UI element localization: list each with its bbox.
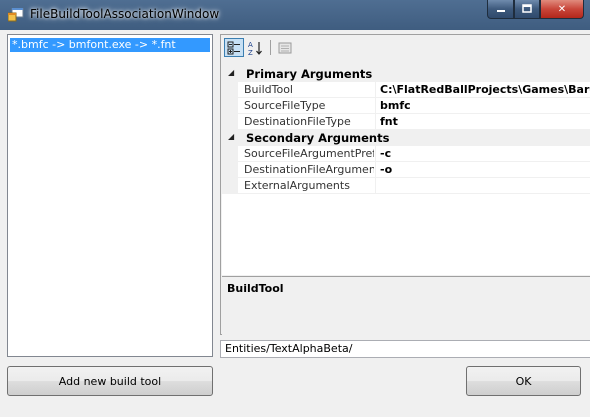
property-grid: A Z ◢ Primary Arguments BuildTool C:\Fla… [220,34,590,335]
column-divider[interactable] [375,178,376,194]
column-divider[interactable] [375,114,376,130]
property-grid-toolbar: A Z [221,35,590,60]
title-bar[interactable]: FileBuildToolAssociationWindow ✕ [0,0,590,30]
column-divider[interactable] [375,98,376,114]
toolbar-separator [270,40,271,55]
property-grid-rows: ◢ Primary Arguments BuildTool C:\FlatRed… [222,66,590,275]
property-name: SourceFileType [244,99,326,112]
property-row-destinationfileargumentprefix[interactable]: DestinationFileArgumentPre -o [222,162,590,178]
property-row-sourcefiletype[interactable]: SourceFileType bmfc [222,98,590,114]
svg-text:A: A [248,41,253,49]
category-label: Primary Arguments [246,67,373,81]
property-value[interactable]: -c [380,147,590,160]
row-gutter [222,82,238,98]
app-window-icon[interactable] [7,7,24,22]
property-name: DestinationFileType [244,115,351,128]
alphabetical-sort-button[interactable]: A Z [246,38,266,57]
property-name: ExternalArguments [244,179,350,192]
property-name: BuildTool [244,83,293,96]
column-divider[interactable] [375,146,376,162]
maximize-icon [522,4,532,13]
collapse-triangle-icon[interactable]: ◢ [228,132,234,141]
maximize-button[interactable] [514,0,540,19]
property-value[interactable]: C:\FlatRedBallProjects\Games\Baro [380,83,590,96]
caption-buttons: ✕ [487,0,584,20]
property-pages-button[interactable] [275,38,295,57]
row-gutter [222,162,238,178]
close-button[interactable]: ✕ [540,0,584,19]
ok-button[interactable]: OK [466,366,581,396]
sort-az-icon: A Z [248,41,262,56]
property-value[interactable]: fnt [380,115,590,128]
close-icon: ✕ [557,3,567,15]
minimize-button[interactable] [487,0,514,19]
category-row-primary-arguments[interactable]: ◢ Primary Arguments [222,66,590,82]
app-window: FileBuildToolAssociationWindow ✕ *.bmfc … [0,0,590,417]
client-area: *.bmfc -> bmfont.exe -> *.fnt A Z ◢ Prim… [0,30,590,417]
svg-text:Z: Z [248,49,253,56]
property-value[interactable]: -o [380,163,590,176]
row-gutter [222,146,238,162]
property-value[interactable]: bmfc [380,99,590,112]
window-title: FileBuildToolAssociationWindow [30,7,220,21]
add-button-label: Add new build tool [58,374,162,388]
row-gutter [222,178,238,194]
property-pages-icon [278,42,292,53]
categorized-view-button[interactable] [224,38,244,57]
property-help-panel: BuildTool [222,276,590,335]
minimize-icon [496,10,505,12]
build-tool-list[interactable]: *.bmfc -> bmfont.exe -> *.fnt [7,34,213,357]
row-gutter [222,98,238,114]
path-textbox[interactable]: Entities/TextAlphaBeta/ [220,340,590,358]
category-label: Secondary Arguments [246,131,390,145]
property-row-buildtool[interactable]: BuildTool C:\FlatRedBallProjects\Games\B… [222,82,590,98]
column-divider[interactable] [375,82,376,98]
property-row-sourcefileargumentprefix[interactable]: SourceFileArgumentPrefix -c [222,146,590,162]
property-name: DestinationFileArgumentPre [244,163,374,176]
property-name: SourceFileArgumentPrefix [244,147,374,160]
add-new-build-tool-button[interactable]: Add new build tool [7,366,213,396]
ok-button-label: OK [515,374,532,388]
collapse-triangle-icon[interactable]: ◢ [228,68,234,77]
categorized-icon [227,41,240,54]
category-row-secondary-arguments[interactable]: ◢ Secondary Arguments [222,130,590,146]
help-title: BuildTool [227,282,284,295]
list-item[interactable]: *.bmfc -> bmfont.exe -> *.fnt [10,38,210,52]
property-row-externalarguments[interactable]: ExternalArguments [222,178,590,194]
column-divider[interactable] [375,162,376,178]
property-row-destinationfiletype[interactable]: DestinationFileType fnt [222,114,590,130]
row-gutter [222,114,238,130]
